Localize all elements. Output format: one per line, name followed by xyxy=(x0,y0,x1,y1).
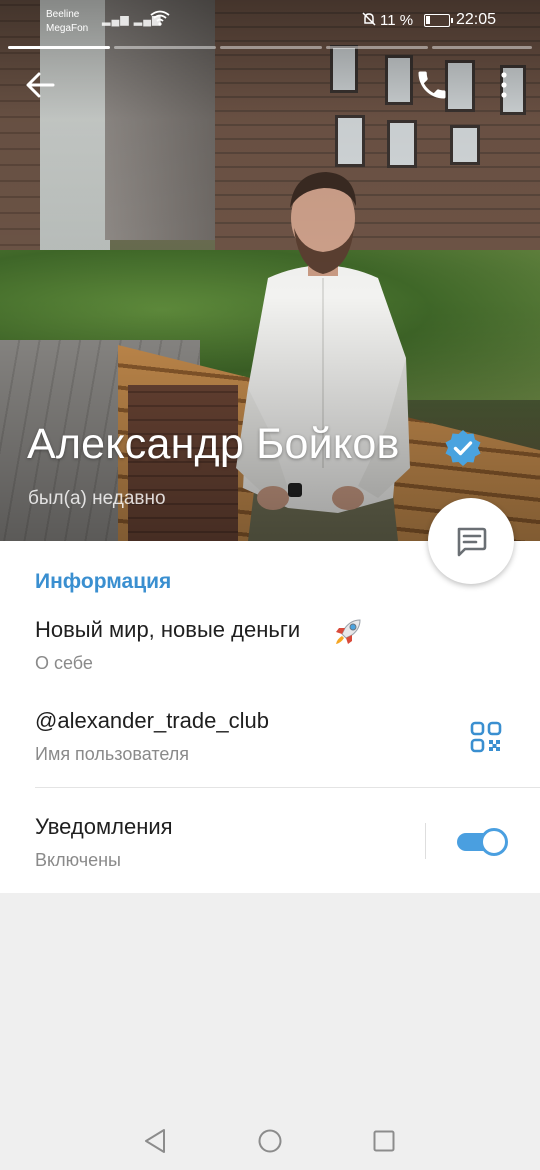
nav-back-icon[interactable] xyxy=(143,1128,167,1154)
back-button[interactable] xyxy=(24,68,58,102)
phone-icon xyxy=(418,71,446,99)
photo-progress-bars xyxy=(8,46,532,49)
battery-icon xyxy=(424,14,453,27)
photo-progress-segment xyxy=(326,46,428,49)
message-button[interactable] xyxy=(428,498,514,584)
photo-progress-segment xyxy=(220,46,322,49)
carrier-2: MegaFon xyxy=(46,23,89,34)
qr-code-icon xyxy=(470,721,502,753)
status-bar: Beeline MegaFon ▂▄▆ ▂▄▆ 11 % 22:05 xyxy=(0,0,540,44)
profile-name: Александр Бойков xyxy=(27,420,400,468)
info-section: Информация Новый мир, новые деньги О себ… xyxy=(0,541,540,893)
qr-code-button[interactable] xyxy=(470,721,502,753)
rocket-icon xyxy=(336,619,361,644)
username-label: Имя пользователя xyxy=(35,744,190,764)
notifications-toggle[interactable] xyxy=(457,828,509,856)
more-vertical-icon xyxy=(501,72,507,98)
message-icon xyxy=(457,527,487,557)
username-value[interactable]: @alexander_trade_club xyxy=(35,708,269,734)
call-button[interactable] xyxy=(414,67,450,103)
last-seen-status: был(а) недавно xyxy=(28,488,166,509)
verified-badge-icon xyxy=(443,428,483,468)
bio-value[interactable]: Новый мир, новые деньги xyxy=(35,617,300,643)
vertical-divider xyxy=(425,823,426,859)
divider xyxy=(35,787,540,788)
bio-label: О себе xyxy=(35,653,93,673)
carrier-1: Beeline xyxy=(46,9,80,20)
status-time: 22:05 xyxy=(456,11,497,28)
battery-percent: 11 % xyxy=(380,12,414,29)
notifications-status: Включены xyxy=(35,850,121,870)
toggle-knob xyxy=(480,828,508,856)
nav-home-icon[interactable] xyxy=(258,1129,282,1153)
notifications-title[interactable]: Уведомления xyxy=(35,814,173,840)
system-navigation-bar xyxy=(0,1105,540,1170)
bell-off-icon xyxy=(361,11,377,30)
photo-progress-segment xyxy=(8,46,110,49)
more-button[interactable] xyxy=(494,70,514,100)
section-title: Информация xyxy=(35,570,172,593)
carrier-names: Beeline MegaFon xyxy=(46,8,88,36)
wifi-icon xyxy=(150,10,170,31)
photo-progress-segment xyxy=(114,46,216,49)
nav-recents-icon[interactable] xyxy=(373,1130,395,1152)
photo-progress-segment xyxy=(432,46,532,49)
arrow-left-icon xyxy=(26,72,55,98)
